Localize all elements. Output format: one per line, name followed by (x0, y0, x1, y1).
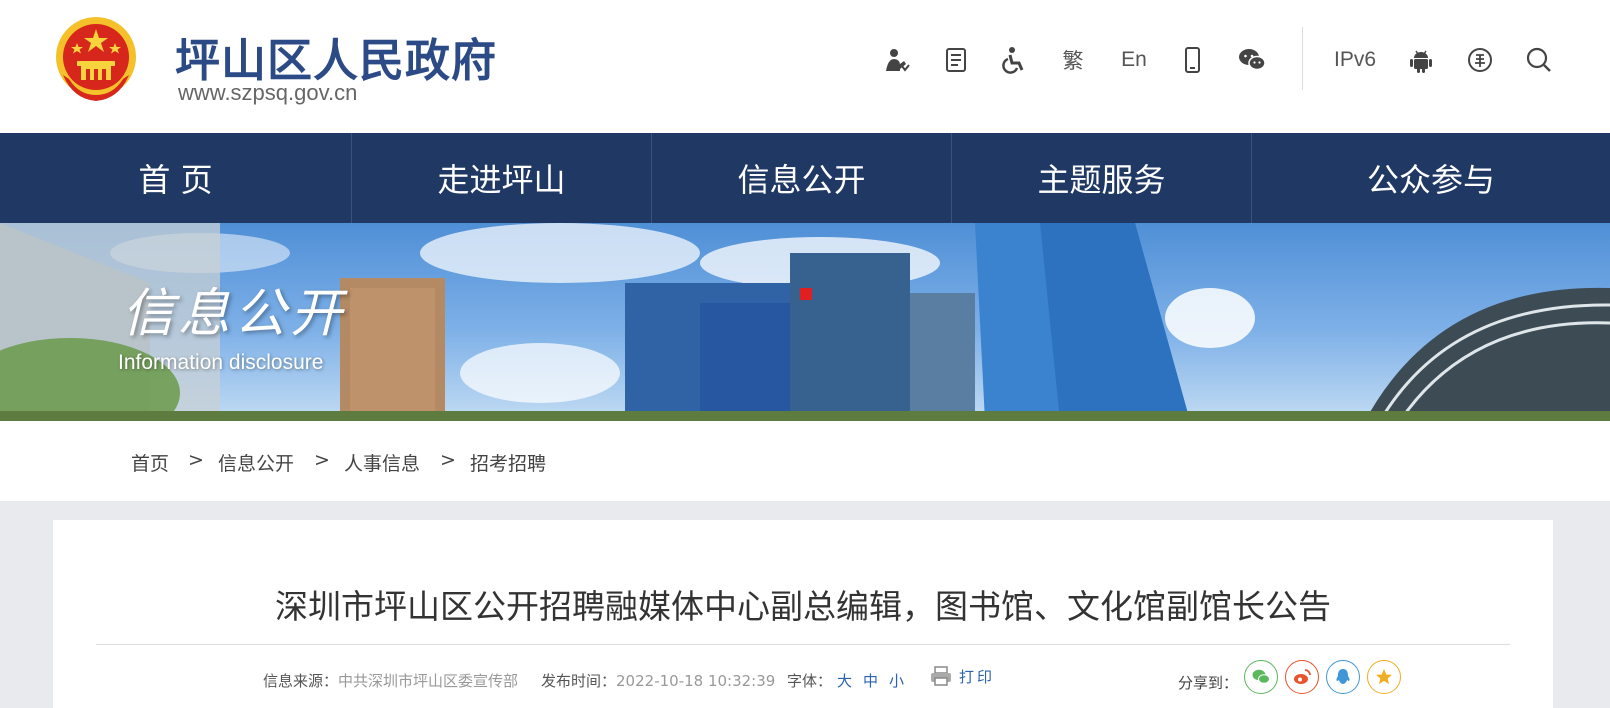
section-banner: 信息公开 Information disclosure (0, 223, 1610, 421)
banner-title: 信息公开 (122, 284, 347, 344)
font-size-small-button[interactable]: 小 (889, 670, 904, 691)
qzone-share-icon (1376, 669, 1392, 684)
breadcrumb-separator: > (188, 449, 204, 471)
share-qq-button[interactable] (1326, 660, 1360, 694)
elder-care-icon[interactable] (880, 40, 914, 80)
document-icon[interactable] (939, 40, 973, 80)
mobile-icon[interactable] (1175, 40, 1209, 80)
print-button[interactable]: 打印 (929, 665, 995, 687)
search-icon[interactable] (1522, 40, 1556, 80)
breadcrumb: 首页 > 信息公开 > 人事信息 > 招考招聘 (0, 421, 1610, 501)
breadcrumb-separator: > (440, 449, 456, 471)
article-publish-time: 发布时间：2022-10-18 10:32:39 (541, 670, 775, 691)
nav-item-about[interactable]: 走进坪山 (352, 133, 652, 223)
font-size-label: 字体： (787, 672, 833, 690)
share-qzone-button[interactable] (1367, 660, 1401, 694)
title-divider (96, 644, 1510, 645)
nav-item-services[interactable]: 主题服务 (952, 133, 1252, 223)
article-card: 深圳市坪山区公开招聘融媒体中心副总编辑，图书馆、文化馆副馆长公告 信息来源：中共… (53, 520, 1553, 708)
breadcrumb-personnel-info[interactable]: 人事信息 (344, 449, 420, 476)
source-label: 信息来源： (263, 672, 339, 690)
breadcrumb-separator: > (314, 449, 330, 471)
share-weibo-button[interactable] (1285, 660, 1319, 694)
site-url: www.szpsq.gov.cn (178, 80, 358, 105)
wechat-icon[interactable] (1234, 40, 1270, 80)
currency-icon[interactable] (1463, 40, 1497, 80)
article-title: 深圳市坪山区公开招聘融媒体中心副总编辑，图书馆、文化馆副馆长公告 (275, 587, 1331, 626)
header-toolbar: 繁 En IPv6 (0, 40, 1610, 80)
ipv6-badge: IPv6 (1333, 48, 1377, 71)
banner-subtitle: Information disclosure (118, 351, 324, 374)
breadcrumb-home[interactable]: 首页 (131, 449, 169, 476)
font-size-large-button[interactable]: 大 (837, 670, 852, 691)
article-source: 信息来源：中共深圳市坪山区委宣传部 (263, 670, 518, 691)
font-size-medium-button[interactable]: 中 (863, 670, 878, 691)
print-label: 打印 (959, 667, 996, 686)
share-wechat-button[interactable] (1244, 660, 1278, 694)
nav-item-participation[interactable]: 公众参与 (1252, 133, 1610, 223)
nav-item-info-disclosure[interactable]: 信息公开 (652, 133, 952, 223)
printer-icon (931, 666, 951, 686)
time-value: 2022-10-18 10:32:39 (616, 672, 776, 690)
android-icon[interactable] (1404, 40, 1438, 80)
weibo-share-icon (1294, 669, 1311, 684)
accessibility-icon[interactable] (997, 40, 1031, 80)
source-value: 中共深圳市坪山区委宣传部 (338, 672, 519, 690)
nav-item-home[interactable]: 首 页 (0, 133, 352, 223)
traditional-chinese-button[interactable]: 繁 (1056, 40, 1090, 80)
qq-share-icon (1336, 669, 1350, 684)
main-nav: 首 页 走进坪山 信息公开 主题服务 公众参与 (0, 133, 1610, 223)
site-header: 坪山区人民政府 www.szpsq.gov.cn 繁 En IPv6 (0, 0, 1610, 133)
english-button[interactable]: En (1114, 40, 1154, 80)
breadcrumb-recruitment[interactable]: 招考招聘 (470, 449, 546, 476)
share-label: 分享到： (1178, 674, 1239, 692)
toolbar-divider (1302, 27, 1303, 90)
wechat-share-icon (1252, 669, 1270, 684)
breadcrumb-info-disclosure[interactable]: 信息公开 (218, 449, 294, 476)
time-label: 发布时间： (541, 672, 617, 690)
